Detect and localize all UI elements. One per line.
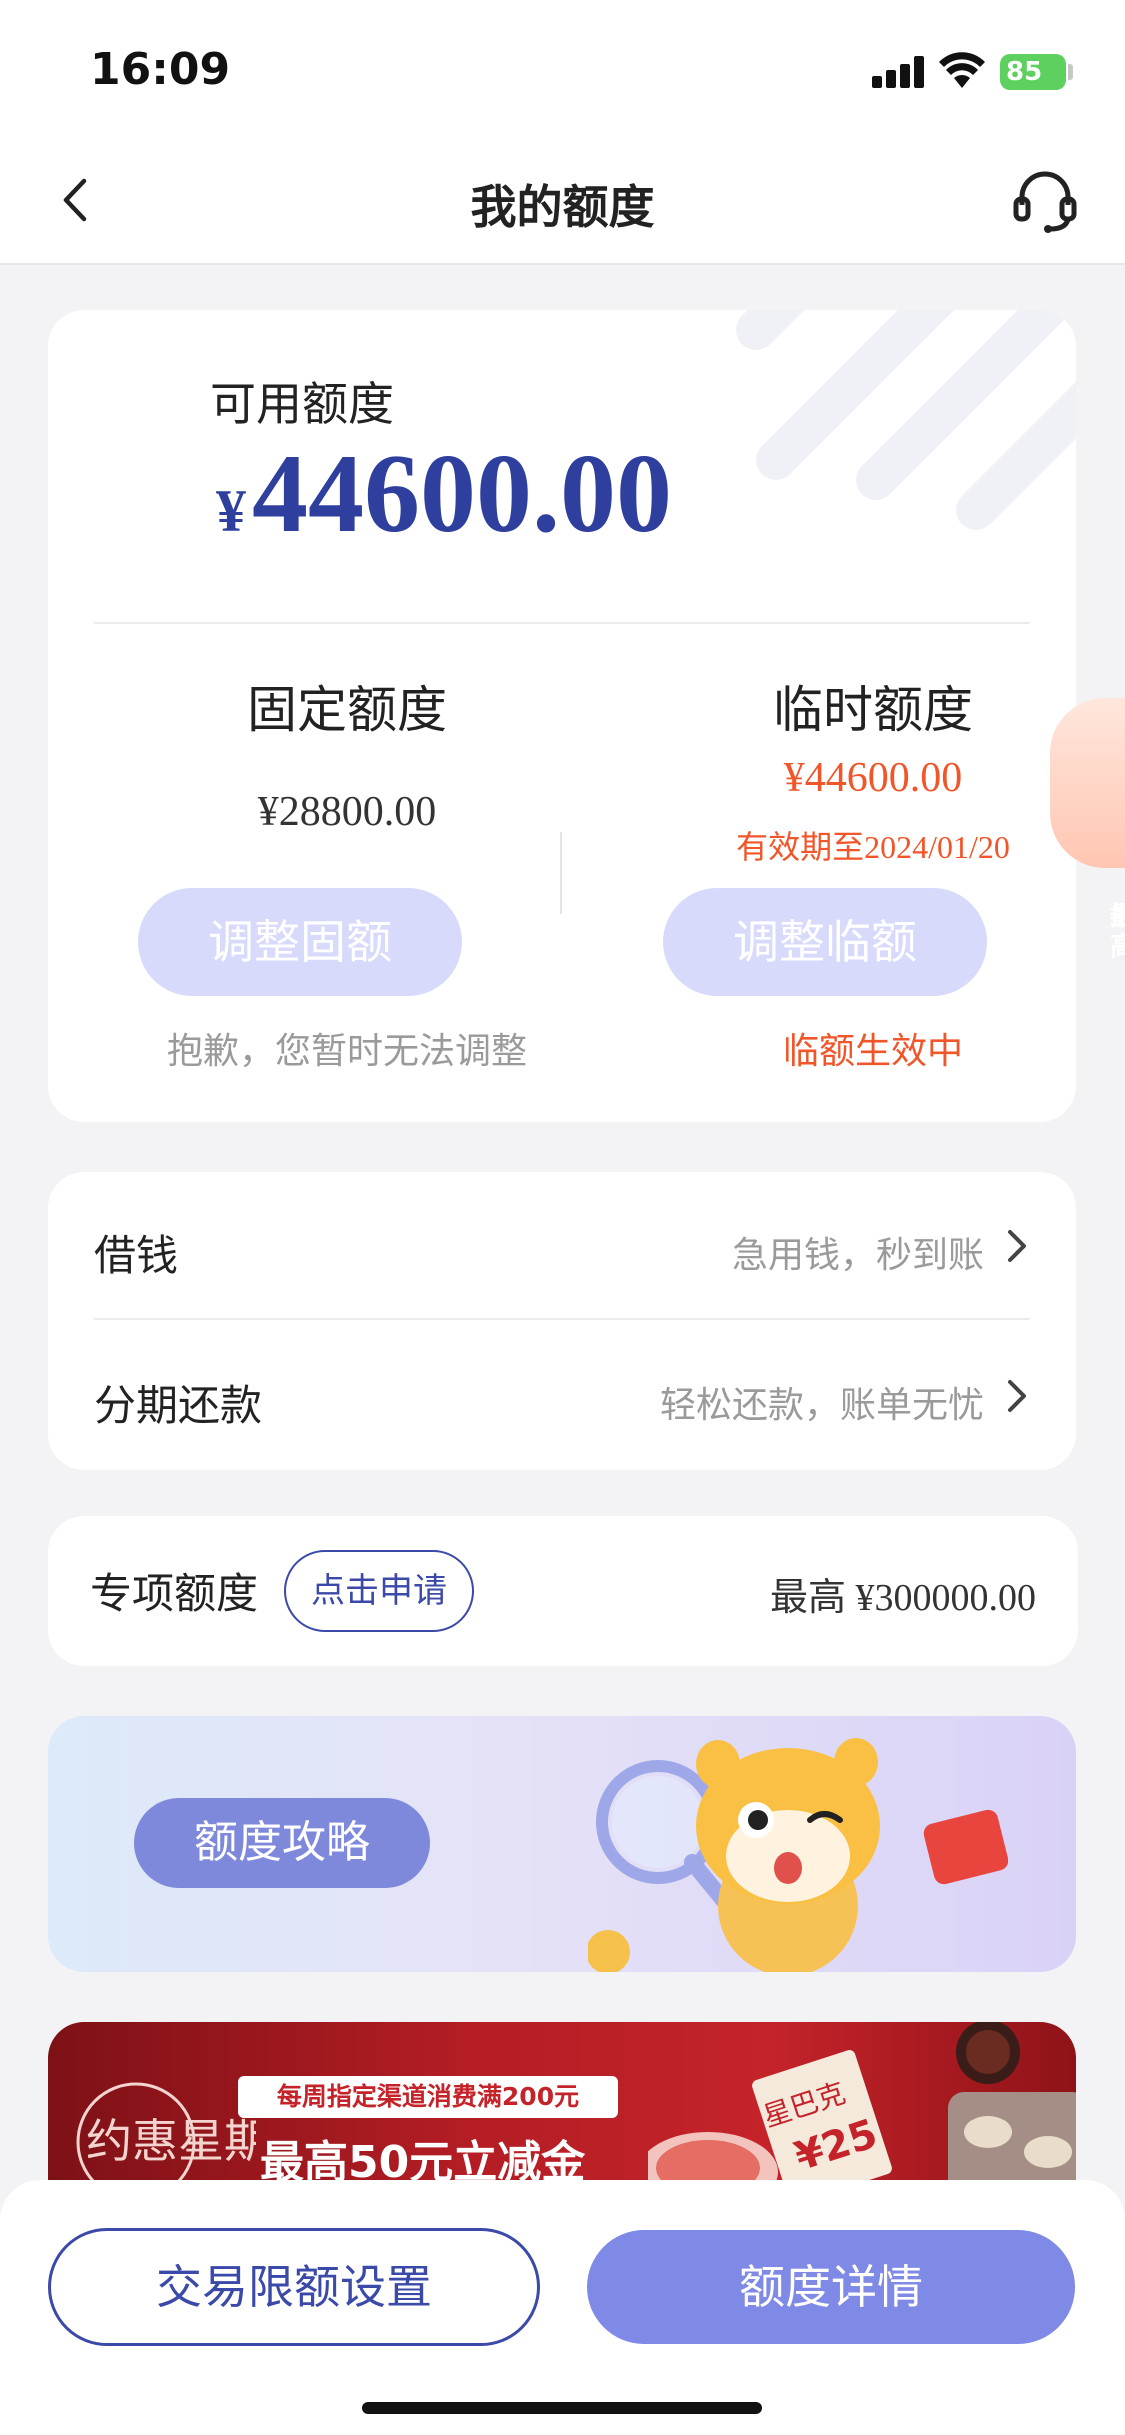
nav-bar: 我的额度	[0, 135, 1125, 265]
limit-details-button[interactable]: 额度详情	[587, 2230, 1075, 2344]
transaction-limit-settings-button[interactable]: 交易限额设置	[48, 2228, 540, 2346]
special-limit-card: 专项额度 点击申请 最高 ¥300000.00	[48, 1516, 1078, 1666]
wifi-icon	[939, 52, 985, 88]
badge-line-2: 最高	[1110, 902, 1125, 962]
bottom-action-bar: 交易限额设置 额度详情	[0, 2180, 1125, 2435]
battery-level: 85	[1006, 57, 1043, 87]
menu-item-label: 借钱	[94, 1231, 179, 1280]
menu-item-hint: 轻松还款，账单无忧	[659, 1385, 984, 1426]
divider	[94, 622, 1030, 624]
temporary-limit-section: 临时额度 ¥44600.00 有效期至2024/01/20	[658, 670, 1076, 866]
available-limit-label: 可用额度	[210, 377, 394, 431]
menu-item-borrow[interactable]: 借钱 急用钱，秒到账	[94, 1172, 1030, 1320]
currency-symbol: ¥	[216, 478, 246, 544]
promo-logo-text: 约惠星期五	[86, 2114, 256, 2168]
available-amount-value: 44600.00	[252, 432, 672, 556]
special-limit-label: 专项额度	[90, 1569, 259, 1618]
fixed-limit-note: 抱歉，您暂时无法调整	[166, 1031, 527, 1072]
credit-limit-card: 可用额度 ¥44600.00 固定额度 ¥28800.00 临时额度 ¥4460…	[48, 310, 1076, 1122]
fixed-limit-title: 固定额度	[247, 681, 447, 739]
status-time: 16:09	[90, 44, 231, 95]
temporary-limit-status: 临额生效中	[782, 1031, 963, 1072]
special-limit-max: 最高 ¥300000.00	[769, 1577, 1036, 1619]
promo-strip: 每周指定渠道消费满200元	[238, 2076, 618, 2118]
chevron-right-icon	[1008, 1230, 1026, 1262]
floating-promo-badge[interactable]: 提最高	[1050, 698, 1125, 962]
status-bar: 16:09 85	[0, 0, 1125, 135]
decorative-stripes	[736, 310, 1076, 530]
fixed-limit-amount: ¥28800.00	[257, 789, 437, 835]
limit-strategy-banner[interactable]: 额度攻略	[48, 1716, 1076, 1972]
page-title: 我的额度	[470, 180, 655, 234]
menu-item-hint: 急用钱，秒到账	[731, 1235, 984, 1276]
home-indicator[interactable]	[362, 2402, 762, 2414]
available-limit-amount: ¥44600.00	[216, 430, 672, 559]
menu-item-label: 分期还款	[94, 1381, 263, 1430]
battery-icon: 85	[1000, 54, 1066, 90]
customer-service-icon[interactable]	[1010, 167, 1080, 237]
temporary-limit-title: 临时额度	[773, 681, 973, 739]
apply-special-limit-button[interactable]: 点击申请	[284, 1550, 474, 1632]
promo-logo: 约惠星期五	[76, 2082, 256, 2192]
limit-strategy-button[interactable]: 额度攻略	[134, 1798, 430, 1888]
adjust-temporary-limit-button[interactable]: 调整临额	[663, 888, 987, 996]
fixed-limit-section: 固定额度 ¥28800.00	[132, 670, 562, 844]
temporary-limit-expiry: 有效期至2024/01/20	[736, 829, 1010, 865]
chevron-right-icon	[1008, 1380, 1026, 1412]
adjust-fixed-limit-button[interactable]: 调整固额	[138, 888, 462, 996]
temporary-limit-amount: ¥44600.00	[783, 755, 963, 801]
services-menu-card: 借钱 急用钱，秒到账 分期还款 轻松还款，账单无忧	[48, 1172, 1076, 1470]
battery-tip	[1068, 64, 1073, 80]
menu-item-installment[interactable]: 分期还款 轻松还款，账单无忧	[94, 1322, 1030, 1470]
tiger-mascot-illustration	[588, 1738, 1008, 1972]
divider-vertical	[560, 832, 562, 914]
cellular-signal-icon	[872, 56, 924, 88]
